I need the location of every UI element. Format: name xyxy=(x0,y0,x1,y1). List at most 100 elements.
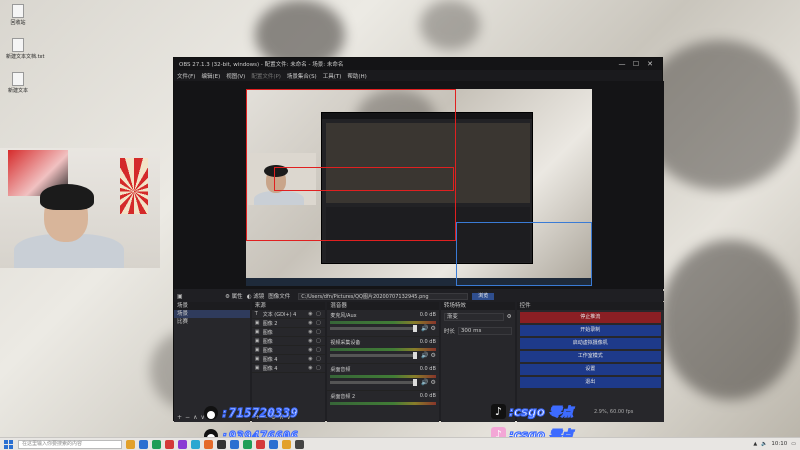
slider-knob[interactable] xyxy=(412,352,417,359)
visibility-eye-icon[interactable]: ◉ xyxy=(306,365,314,371)
taskbar-app-icon[interactable] xyxy=(295,439,304,449)
lock-icon[interactable]: ▢ xyxy=(314,356,322,362)
taskbar-app-icon[interactable] xyxy=(191,439,200,449)
source-item[interactable]: ▣ 图像 ◉ ▢ xyxy=(251,337,326,346)
taskbar-app-icon[interactable] xyxy=(139,439,148,449)
taskbar-app-icon[interactable] xyxy=(256,439,265,449)
gear-icon[interactable]: ⚙ xyxy=(507,314,512,320)
taskbar-app-icon[interactable] xyxy=(165,439,174,449)
studio-mode-button[interactable]: 工作室模式 xyxy=(519,351,661,362)
start-recording-button[interactable]: 开始录制 xyxy=(519,325,661,336)
menu-view[interactable]: 视图(V) xyxy=(226,72,245,80)
lock-icon[interactable]: ▢ xyxy=(314,347,322,353)
speaker-icon[interactable]: 🔊 ⚙ xyxy=(421,325,436,332)
menu-tools[interactable]: 工具(T) xyxy=(323,72,342,80)
browse-button[interactable]: 浏览 xyxy=(472,292,495,300)
sources-dock: 来源 T 文本 (GDI+) 4 ◉ ▢ ▣ 图像 2 ◉ ▢ ▣ 图像 ◉ ▢… xyxy=(251,302,326,422)
move-up-button[interactable]: ∧ xyxy=(193,414,197,421)
preview-area[interactable] xyxy=(174,81,664,289)
lock-icon[interactable]: ▢ xyxy=(314,311,322,317)
taskbar-app-icon[interactable] xyxy=(126,439,135,449)
image-file-path[interactable]: C:/Users/dfn/Pictures/QQ图片20200707132945… xyxy=(298,292,469,300)
taskbar-app-icon[interactable] xyxy=(230,439,239,449)
visibility-eye-icon[interactable]: ◉ xyxy=(306,347,314,353)
selection-box[interactable] xyxy=(246,89,456,241)
tiktok-handle: :csgo 零点 xyxy=(508,404,574,419)
desktop-icon-label: 回收站 xyxy=(10,20,26,26)
taskbar-app-icon[interactable] xyxy=(178,439,187,449)
duration-input[interactable]: 300 ms xyxy=(457,327,512,335)
menu-help[interactable]: 帮助(H) xyxy=(347,72,366,80)
obs-titlebar[interactable]: OBS 27.1.3 (32-bit, windows) - 配置文件: 未命名… xyxy=(174,58,662,70)
source-bounds-box[interactable] xyxy=(456,222,592,286)
settings-button[interactable]: 设置 xyxy=(519,364,661,375)
transitions-dock-title: 转场特效 xyxy=(440,302,515,310)
remove-scene-button[interactable]: − xyxy=(185,414,190,421)
notification-icon[interactable]: ▭ xyxy=(791,441,796,447)
source-item[interactable]: ▣ 图像 2 ◉ ▢ xyxy=(251,319,326,328)
network-icon[interactable]: ▲ xyxy=(753,441,757,447)
sources-dock-title: 来源 xyxy=(251,302,326,310)
volume-slider[interactable] xyxy=(330,379,417,386)
taskbar-app-icon[interactable] xyxy=(282,439,291,449)
source-item[interactable]: ▣ 图像 4 ◉ ▢ xyxy=(251,355,326,364)
start-virtual-camera-button[interactable]: 启动虚拟摄像机 xyxy=(519,338,661,349)
taskbar-app-icon[interactable] xyxy=(217,439,226,449)
wallpaper-ink xyxy=(640,40,800,190)
filters-button[interactable]: ◐ 滤镜 xyxy=(247,292,265,300)
lock-icon[interactable]: ▢ xyxy=(314,320,322,326)
wallpaper-ink xyxy=(420,0,480,50)
transition-select[interactable]: 渐变 xyxy=(443,313,504,321)
text-source-icon: T xyxy=(254,311,258,317)
slider-knob[interactable] xyxy=(412,379,417,386)
desktop-icon-text-file-2[interactable]: 新建文本 xyxy=(6,72,30,94)
minimize-button[interactable]: — xyxy=(615,60,629,68)
add-scene-button[interactable]: + xyxy=(177,414,182,421)
source-item[interactable]: ▣ 图像 4 ◉ ▢ xyxy=(251,364,326,373)
lock-icon[interactable]: ▢ xyxy=(314,338,322,344)
visibility-eye-icon[interactable]: ◉ xyxy=(306,338,314,344)
source-item[interactable]: T 文本 (GDI+) 4 ◉ ▢ xyxy=(251,310,326,319)
menu-profile[interactable]: 配置文件(P) xyxy=(251,72,281,80)
source-item[interactable]: ▣ 图像 ◉ ▢ xyxy=(251,328,326,337)
menu-file[interactable]: 文件(F) xyxy=(177,72,195,80)
taskbar-app-icon[interactable] xyxy=(269,439,278,449)
exit-button[interactable]: 退出 xyxy=(519,377,661,388)
obs-window[interactable]: OBS 27.1.3 (32-bit, windows) - 配置文件: 未命名… xyxy=(173,57,664,422)
volume-slider[interactable] xyxy=(330,325,417,332)
lock-icon[interactable]: ▢ xyxy=(314,365,322,371)
visibility-eye-icon[interactable]: ◉ xyxy=(306,311,314,317)
source-toolbar: ▣ ⚙ 属性 ◐ 滤镜 图像文件 C:/Users/dfn/Pictures/Q… xyxy=(174,291,664,301)
visibility-eye-icon[interactable]: ◉ xyxy=(306,329,314,335)
taskbar-app-icon[interactable] xyxy=(152,439,161,449)
clock[interactable]: 10:10 xyxy=(771,441,787,447)
selection-box[interactable] xyxy=(274,167,454,191)
visibility-eye-icon[interactable]: ◉ xyxy=(306,320,314,326)
windows-start-icon[interactable] xyxy=(4,439,13,449)
taskbar-app-icon[interactable] xyxy=(243,439,252,449)
desktop-icon-recycle-bin[interactable]: 回收站 xyxy=(6,4,30,26)
scene-item[interactable]: 场景 xyxy=(174,310,250,318)
slider-knob[interactable] xyxy=(412,325,417,332)
close-button[interactable]: ✕ xyxy=(643,60,657,68)
visibility-eye-icon[interactable]: ◉ xyxy=(306,356,314,362)
source-item[interactable]: ▣ 图像 ◉ ▢ xyxy=(251,346,326,355)
speaker-icon[interactable]: 🔊 ⚙ xyxy=(421,352,436,359)
preview-canvas[interactable] xyxy=(246,89,592,286)
desktop-icon-text-file[interactable]: 新建文本文档.txt xyxy=(6,38,45,60)
menu-scene-collection[interactable]: 场景集合(S) xyxy=(287,72,317,80)
speaker-icon[interactable]: 🔊 ⚙ xyxy=(421,379,436,386)
image-source-icon: ▣ xyxy=(254,347,260,353)
volume-icon[interactable]: 🔈 xyxy=(761,441,767,447)
lock-icon[interactable]: ▢ xyxy=(314,329,322,335)
stop-streaming-button[interactable]: 停止推流 xyxy=(519,312,661,323)
taskbar-search-input[interactable]: 在这里输入你要搜索的内容 xyxy=(18,439,122,449)
taskbar-apps xyxy=(126,439,308,449)
menu-edit[interactable]: 编辑(E) xyxy=(201,72,220,80)
desktop-icon-label: 新建文本文档.txt xyxy=(6,54,45,60)
properties-button[interactable]: ⚙ 属性 xyxy=(225,292,243,300)
scene-item[interactable]: 比赛 xyxy=(174,318,250,326)
taskbar-app-icon[interactable] xyxy=(204,439,213,449)
maximize-button[interactable]: ☐ xyxy=(629,60,643,68)
volume-slider[interactable] xyxy=(330,352,417,359)
